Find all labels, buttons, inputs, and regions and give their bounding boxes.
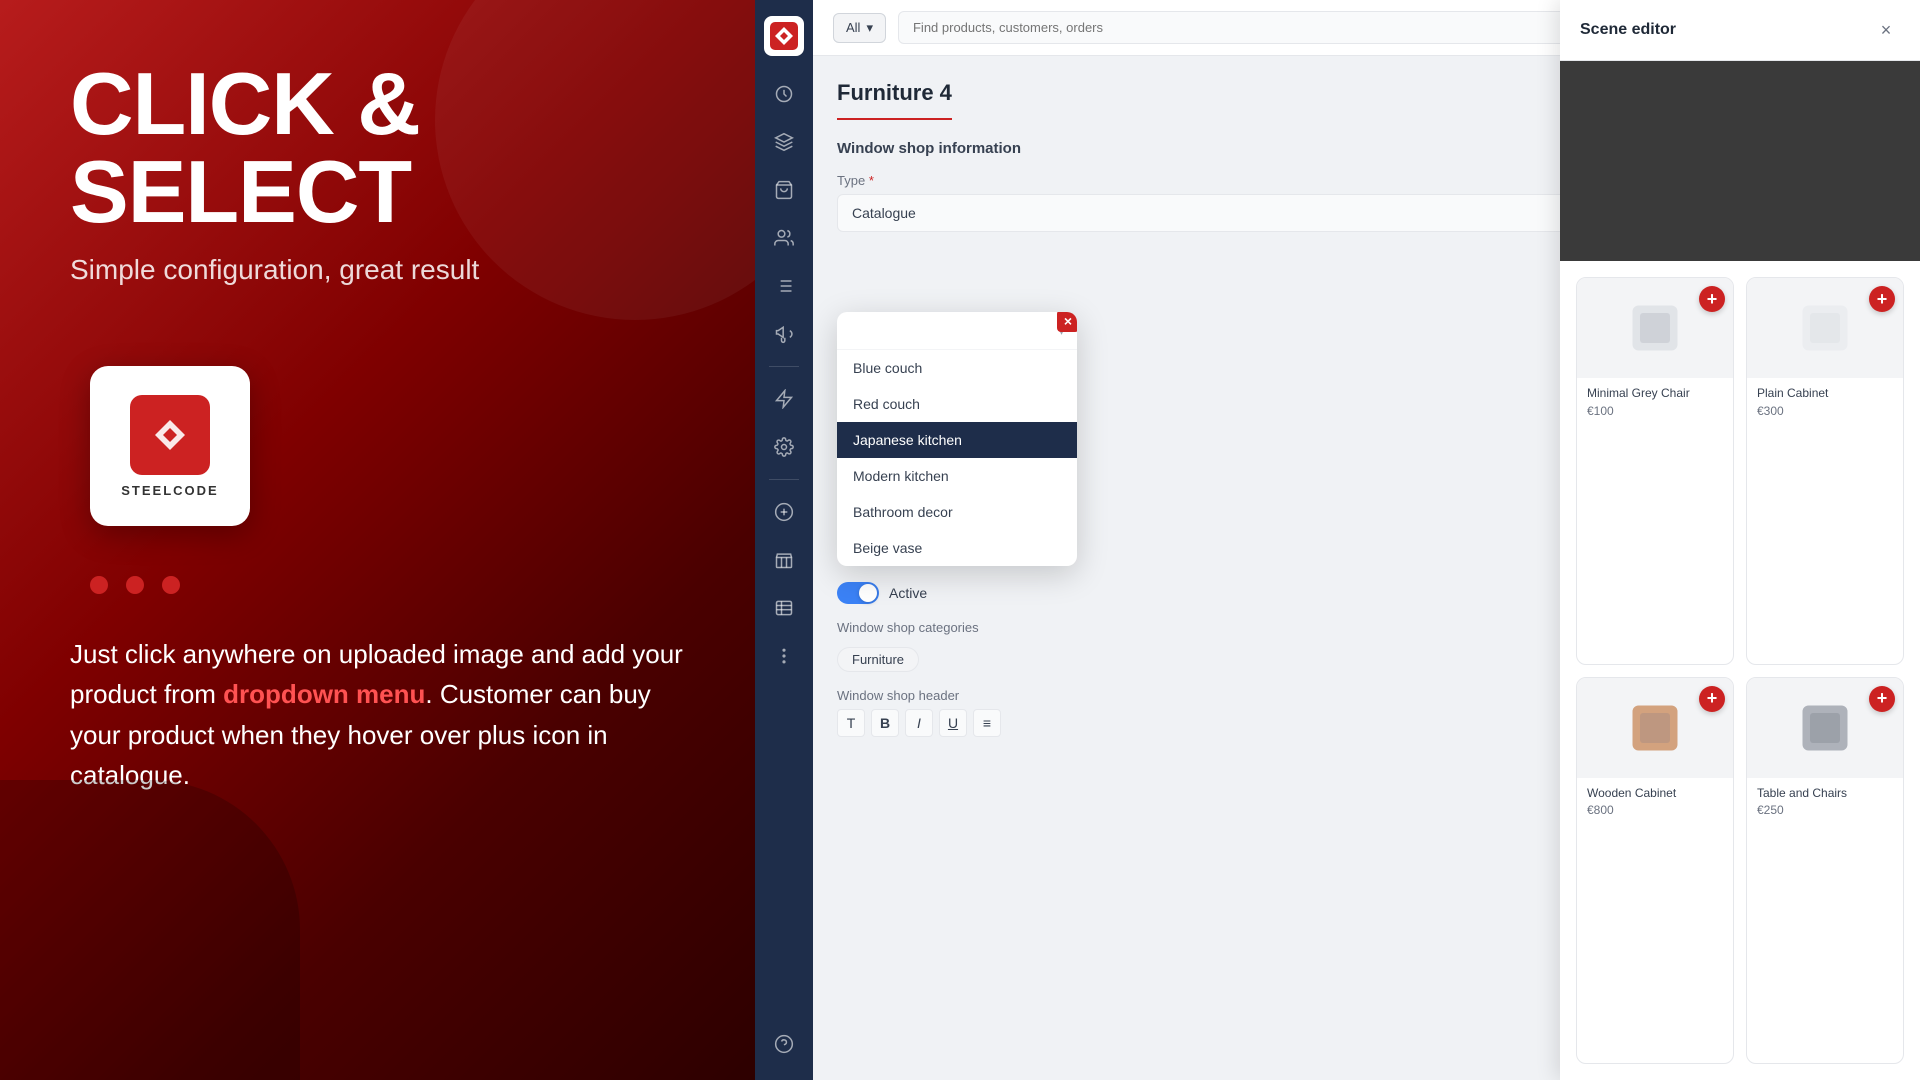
sidebar-item-add[interactable] xyxy=(764,492,804,532)
dot-3[interactable] xyxy=(162,576,180,594)
sidebar-item-table[interactable] xyxy=(764,588,804,628)
dropdown-item[interactable]: Japanese kitchen xyxy=(837,422,1077,458)
active-toggle[interactable] xyxy=(837,582,879,604)
dropdown-close-button[interactable]: × xyxy=(1057,312,1077,332)
sidebar-item-more[interactable] xyxy=(764,636,804,676)
product-add-button[interactable]: + xyxy=(1699,286,1725,312)
sidebar-item-store[interactable] xyxy=(764,540,804,580)
product-add-button[interactable]: + xyxy=(1869,286,1895,312)
required-indicator: * xyxy=(869,173,874,188)
toolbar-italic-icon[interactable]: I xyxy=(905,709,933,737)
product-add-button[interactable]: + xyxy=(1699,686,1725,712)
product-image: + xyxy=(1747,278,1903,378)
product-image: + xyxy=(1577,678,1733,778)
dot-2[interactable] xyxy=(126,576,144,594)
scene-editor-title: Scene editor xyxy=(1580,21,1676,39)
filter-dropdown[interactable]: All ▾ xyxy=(833,13,886,43)
toolbar-underline-icon[interactable]: U xyxy=(939,709,967,737)
product-price: €300 xyxy=(1757,404,1893,418)
dropdown-item[interactable]: Blue couch xyxy=(837,350,1077,386)
page-title: Furniture 4 xyxy=(837,80,952,120)
sidebar-item-users[interactable] xyxy=(764,218,804,258)
product-image: + xyxy=(1747,678,1903,778)
right-panel: All ▾ Furniture 4 Window shop informatio… xyxy=(755,0,1920,1080)
dropdown-item[interactable]: Bathroom decor xyxy=(837,494,1077,530)
dropdown-list: Blue couchRed couchJapanese kitchenModer… xyxy=(837,350,1077,566)
logo-brand-text: STEELCODE xyxy=(121,483,218,498)
product-info: Minimal Grey Chair €100 xyxy=(1577,378,1733,426)
toolbar-t-icon[interactable]: T xyxy=(837,709,865,737)
product-card: + Table and Chairs €250 xyxy=(1746,677,1904,1065)
product-name: Table and Chairs xyxy=(1757,786,1893,802)
scene-editor-panel: Scene editor × + Minimal Grey Chair €100 xyxy=(1560,0,1920,1080)
sidebar-item-bag[interactable] xyxy=(764,170,804,210)
dot-1[interactable] xyxy=(90,576,108,594)
sidebar-item-layers[interactable] xyxy=(764,122,804,162)
dropdown-item[interactable]: Modern kitchen xyxy=(837,458,1077,494)
product-name: Minimal Grey Chair xyxy=(1587,386,1723,402)
sidebar-item-lightning[interactable] xyxy=(764,379,804,419)
dropdown-item[interactable]: Red couch xyxy=(837,386,1077,422)
product-price: €250 xyxy=(1757,803,1893,817)
product-info: Wooden Cabinet €800 xyxy=(1577,778,1733,826)
sidebar-item-settings[interactable] xyxy=(764,427,804,467)
product-price: €800 xyxy=(1587,803,1723,817)
pagination-dots xyxy=(90,576,180,594)
headline: CLICK & SELECT xyxy=(70,60,685,236)
sidebar-item-list[interactable] xyxy=(764,266,804,306)
logo-icon xyxy=(130,395,210,475)
sidebar xyxy=(755,0,813,1080)
product-price: €100 xyxy=(1587,404,1723,418)
product-name: Wooden Cabinet xyxy=(1587,786,1723,802)
sidebar-item-dashboard[interactable] xyxy=(764,74,804,114)
toolbar-align-icon[interactable]: ≡ xyxy=(973,709,1001,737)
subheadline: Simple configuration, great result xyxy=(70,254,479,286)
logo-container: STEELCODE xyxy=(90,366,250,526)
filter-chevron-icon: ▾ xyxy=(866,20,873,36)
category-tag[interactable]: Furniture xyxy=(837,647,919,672)
dropdown-item[interactable]: Beige vase xyxy=(837,530,1077,566)
product-card: + Plain Cabinet €300 xyxy=(1746,277,1904,665)
sidebar-divider-2 xyxy=(769,479,799,480)
scene-editor-header: Scene editor × xyxy=(1560,0,1920,61)
active-label: Active xyxy=(889,585,927,601)
products-grid: + Minimal Grey Chair €100 + Plain Cabine… xyxy=(1560,261,1920,1080)
dropdown-header: ▾ xyxy=(837,312,1077,350)
sidebar-logo[interactable] xyxy=(764,16,804,56)
left-panel: CLICK & SELECT Simple configuration, gre… xyxy=(0,0,755,1080)
product-card: + Minimal Grey Chair €100 xyxy=(1576,277,1734,665)
product-info: Table and Chairs €250 xyxy=(1747,778,1903,826)
product-card: + Wooden Cabinet €800 xyxy=(1576,677,1734,1065)
product-name: Plain Cabinet xyxy=(1757,386,1893,402)
product-image: + xyxy=(1577,278,1733,378)
dropdown-search-input[interactable] xyxy=(849,323,1058,339)
description-text: Just click anywhere on uploaded image an… xyxy=(70,634,685,795)
dropdown-popup: × ▾ Blue couchRed couchJapanese kitchenM… xyxy=(837,312,1077,566)
scene-canvas xyxy=(1560,61,1920,261)
sidebar-divider-1 xyxy=(769,366,799,367)
product-add-button[interactable]: + xyxy=(1869,686,1895,712)
sidebar-item-megaphone[interactable] xyxy=(764,314,804,354)
toolbar-bold-icon[interactable]: B xyxy=(871,709,899,737)
filter-label: All xyxy=(846,20,860,35)
sidebar-item-help[interactable] xyxy=(764,1024,804,1064)
product-info: Plain Cabinet €300 xyxy=(1747,378,1903,426)
scene-editor-close-button[interactable]: × xyxy=(1872,16,1900,44)
